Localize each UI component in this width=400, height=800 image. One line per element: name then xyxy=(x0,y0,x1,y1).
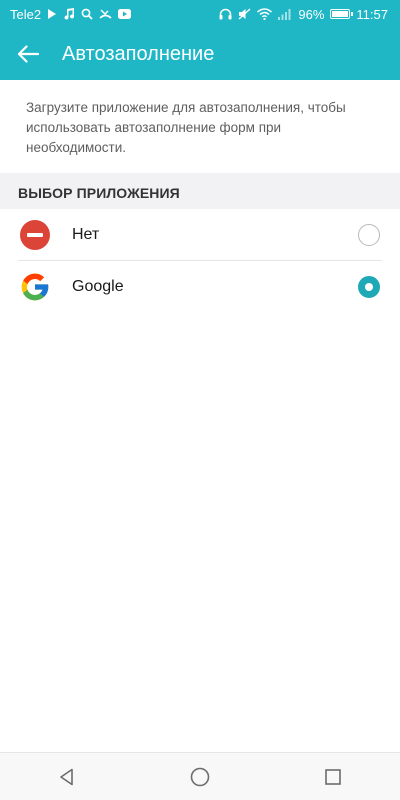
battery-icon xyxy=(330,9,354,19)
radio-google[interactable] xyxy=(358,276,380,298)
back-triangle-icon xyxy=(59,768,73,785)
search-icon xyxy=(81,8,93,20)
recents-square-icon xyxy=(325,768,342,785)
wifi-icon xyxy=(257,8,273,20)
missed-call-icon xyxy=(99,8,112,20)
status-bar: Tele2 96% 11:57 xyxy=(0,0,400,28)
section-header: ВЫБОР ПРИЛОЖЕНИЯ xyxy=(0,173,400,209)
carrier-label: Tele2 xyxy=(10,6,42,22)
music-icon xyxy=(63,8,75,20)
nav-home-button[interactable] xyxy=(170,753,230,800)
screen: Tele2 96% 11:57 Автозаполнение Загрузите… xyxy=(0,0,400,800)
radio-none[interactable] xyxy=(358,224,380,246)
list-item-label: Google xyxy=(72,278,124,295)
mute-icon xyxy=(238,8,251,20)
arrow-back-icon xyxy=(17,45,39,63)
signal-icon xyxy=(278,8,292,20)
app-choice-list: Нет Google xyxy=(0,209,400,313)
list-item-label: Нет xyxy=(72,226,100,243)
headphones-icon xyxy=(219,8,232,20)
list-item-none[interactable]: Нет xyxy=(0,209,400,261)
battery-percent: 96% xyxy=(298,6,325,22)
description-text: Загрузите приложение для автозаполнения,… xyxy=(0,80,400,173)
status-right: 96% 11:57 xyxy=(219,7,388,22)
battery-fill xyxy=(332,11,348,17)
status-left: Tele2 xyxy=(10,6,132,22)
list-item-google[interactable]: Google xyxy=(0,261,400,313)
home-circle-icon xyxy=(190,767,210,786)
navigation-bar xyxy=(0,752,400,800)
status-time: 11:57 xyxy=(356,6,388,22)
back-button[interactable] xyxy=(0,28,56,80)
youtube-icon xyxy=(118,9,132,19)
play-icon xyxy=(47,9,57,19)
app-bar: Автозаполнение xyxy=(0,28,400,80)
none-icon xyxy=(18,218,52,252)
google-icon xyxy=(18,270,52,304)
nav-back-button[interactable] xyxy=(37,753,97,800)
page-title: Автозаполнение xyxy=(62,42,215,65)
nav-recents-button[interactable] xyxy=(303,753,363,800)
